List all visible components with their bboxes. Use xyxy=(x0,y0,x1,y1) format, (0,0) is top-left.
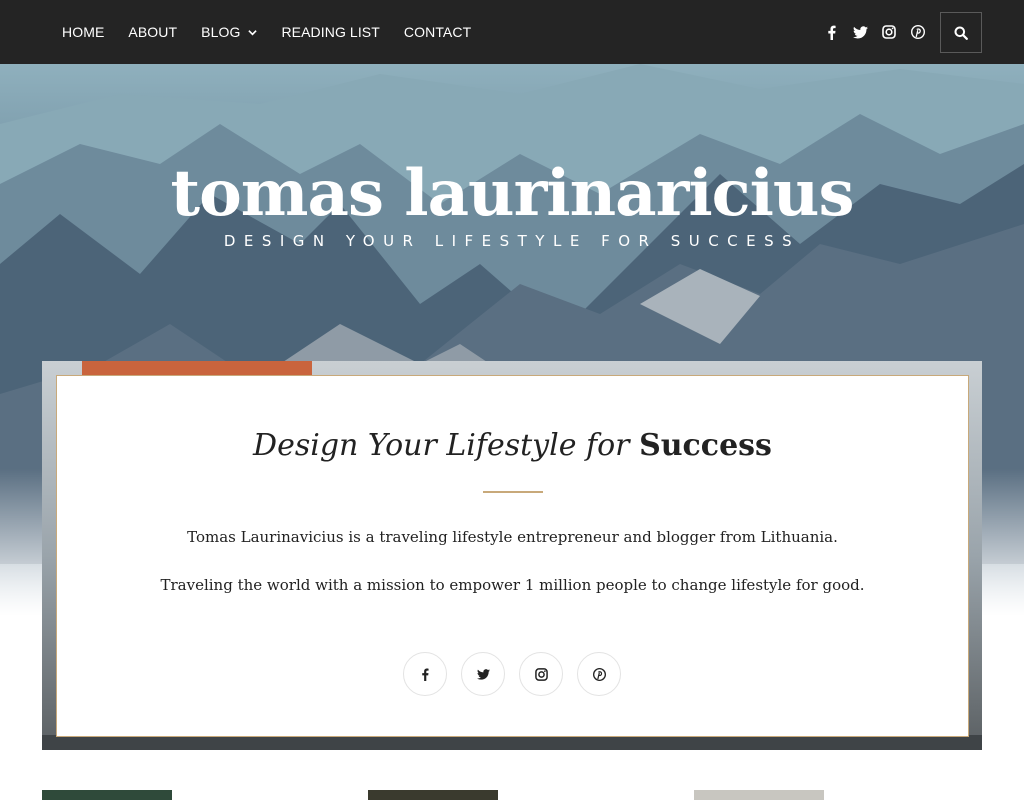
nav-about-label: ABOUT xyxy=(128,24,178,40)
card-divider xyxy=(483,491,543,493)
site-tagline: DESIGN YOUR LIFESTYLE FOR SUCCESS xyxy=(223,232,801,250)
nav-contact[interactable]: CONTACT xyxy=(404,24,471,40)
twitter-icon[interactable] xyxy=(852,24,868,40)
post-thumbnail-3[interactable] xyxy=(694,790,824,800)
card-paragraph-2: Traveling the world with a mission to em… xyxy=(160,576,865,594)
nav-home-label: HOME xyxy=(62,24,105,40)
card-facebook-button[interactable] xyxy=(403,652,447,696)
instagram-icon xyxy=(534,667,548,681)
card-twitter-button[interactable] xyxy=(461,652,505,696)
card-instagram-button[interactable] xyxy=(519,652,563,696)
top-navbar: HOME ABOUT BLOG READING LIST CONTACT xyxy=(0,0,1024,64)
pinterest-icon xyxy=(592,667,606,681)
instagram-icon[interactable] xyxy=(881,24,897,40)
chevron-down-icon xyxy=(248,29,258,35)
nav-about[interactable]: ABOUT xyxy=(128,24,177,40)
nav-blog[interactable]: BLOG xyxy=(201,24,258,40)
nav-home[interactable]: HOME xyxy=(62,24,104,40)
facebook-icon[interactable] xyxy=(823,24,839,40)
nav-blog-label: BLOG xyxy=(201,24,241,40)
twitter-icon xyxy=(476,668,490,680)
intro-card: Design Your Lifestyle for Success Tomas … xyxy=(56,375,969,737)
nav-reading-list[interactable]: READING LIST xyxy=(281,24,379,40)
post-thumbnail-2[interactable] xyxy=(368,790,498,800)
card-paragraph-1: Tomas Laurinavicius is a traveling lifes… xyxy=(187,528,838,546)
card-social-links xyxy=(403,652,635,696)
nav-social-links xyxy=(810,0,926,64)
facebook-icon xyxy=(422,668,429,681)
nav-contact-label: CONTACT xyxy=(403,24,472,40)
card-title: Design Your Lifestyle for Success xyxy=(57,428,968,463)
card-title-bold: Success xyxy=(639,428,772,463)
site-title: tomas laurinaricius xyxy=(170,156,855,231)
nav-reading-list-label: READING LIST xyxy=(281,24,380,40)
nav-menu: HOME ABOUT BLOG READING LIST CONTACT xyxy=(62,0,495,64)
search-button[interactable] xyxy=(940,12,982,53)
pinterest-icon[interactable] xyxy=(910,24,926,40)
search-icon xyxy=(954,26,968,40)
card-title-italic: Design Your Lifestyle for xyxy=(253,428,630,463)
post-thumbnail-1[interactable] xyxy=(42,790,172,800)
card-pinterest-button[interactable] xyxy=(577,652,621,696)
photo-bottom-detail xyxy=(42,735,982,750)
